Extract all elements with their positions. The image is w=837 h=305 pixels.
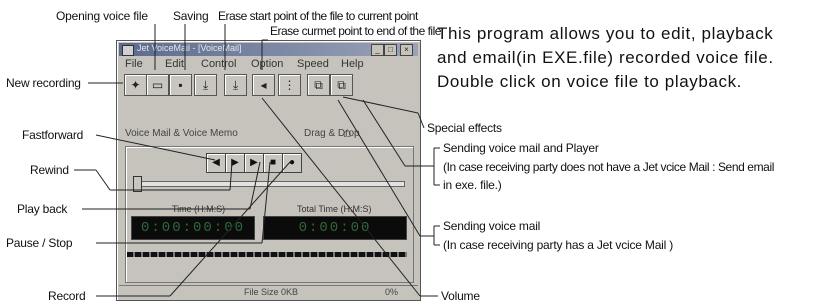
label-send-player-1: Sending voice mail and Player (443, 141, 599, 155)
label-fastforward: Fastforward (22, 128, 84, 142)
label-send-player-2: (In case receiving party does not have a… (443, 160, 774, 174)
label-send-player-3: in exe. file.) (443, 178, 502, 192)
label-special-effects: Special effects (427, 121, 502, 135)
label-erase-end: Erase curmet point to end of the file (270, 24, 441, 38)
label-erase-start: Erase start point of the file to current… (218, 9, 418, 23)
label-volume: Volume (441, 289, 480, 303)
label-pause-stop: Pause / Stop (6, 236, 73, 250)
label-send-mail-2: (In case receiving party has a Jet vcice… (443, 238, 674, 252)
label-send-mail-1: Sending voice mail (443, 219, 541, 233)
label-rewind: Rewind (30, 163, 69, 177)
label-play-back: Play back (17, 202, 68, 216)
label-saving: Saving (173, 9, 209, 23)
label-record: Record (48, 289, 86, 303)
label-opening-voice-file: Opening voice file (56, 9, 148, 23)
callout-lines (74, 24, 440, 297)
label-new-recording: New recording (6, 76, 81, 90)
